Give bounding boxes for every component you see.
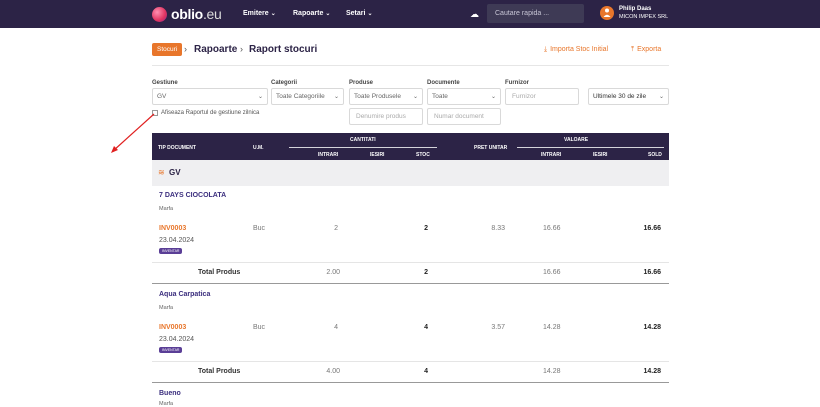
total-sold: 14.28 [643, 368, 661, 375]
total-stoc: 4 [424, 368, 428, 375]
cell-stoc: 4 [424, 324, 428, 331]
col-cantitati: CANTITATI [350, 137, 376, 143]
total-intrari: 2.00 [326, 269, 340, 276]
cell-v-intrari: 14.28 [543, 324, 561, 331]
cell-stoc: 2 [424, 225, 428, 232]
total-intrari: 4.00 [326, 368, 340, 375]
total-sold: 16.66 [643, 269, 661, 276]
nav-rapoarte[interactable]: Rapoarte ⌄ [293, 10, 330, 17]
document-type-badge: INVENTAR [159, 347, 183, 353]
documente-select[interactable]: Toate ⌄ [427, 88, 501, 105]
chevron-down-icon: ⌄ [490, 94, 496, 100]
top-navbar: oblio.eu Emitere ⌄ Rapoarte ⌄ Setari ⌄ ☁ Ca… [0, 0, 820, 28]
upload-icon: ⤒ [631, 46, 635, 53]
furnizor-label: Furnizor [505, 80, 529, 86]
cell-v-intrari: 16.66 [543, 225, 561, 232]
total-label: Total Produs [198, 269, 241, 276]
annotation-arrow-icon [111, 113, 155, 153]
document-date: 23.04.2024 [159, 237, 195, 244]
product-type: Marfa [159, 305, 174, 311]
document-type-badge: INVENTAR [159, 248, 183, 254]
cell-um: Buc [253, 225, 266, 232]
chevron-down-icon: ⌄ [412, 94, 418, 100]
cell-sold: 16.66 [643, 225, 661, 232]
documente-label: Documente [427, 80, 460, 86]
cell-sold: 14.28 [643, 324, 661, 331]
denumire-produs-input[interactable]: Denumire produs [349, 108, 423, 125]
chevron-down-icon: ⌄ [325, 11, 331, 17]
total-v-intrari: 16.66 [543, 269, 561, 276]
produse-label: Produse [349, 80, 374, 86]
breadcrumb-separator-icon: › [240, 44, 243, 54]
cell-pret: 3.57 [491, 324, 505, 331]
document-link[interactable]: INV0003 [159, 225, 186, 232]
total-stoc: 2 [424, 269, 428, 276]
col-v-iesiri: IESIRI [593, 152, 608, 158]
layers-icon: ≋ [158, 168, 165, 177]
daily-report-checkbox[interactable]: Afiseaza Raportul de gestiune zilnica [152, 110, 259, 116]
cell-intrari: 2 [334, 225, 338, 232]
breadcrumb-separator-icon: › [184, 44, 187, 54]
header-divider [517, 147, 664, 148]
chevron-down-icon: ⌄ [270, 11, 276, 17]
header-divider [289, 147, 437, 148]
produse-select[interactable]: Toate Produsele ⌄ [349, 88, 423, 105]
col-v-intrari: INTRARI [541, 152, 562, 158]
user-company: MICON IMPEX SRL [619, 14, 669, 20]
product-name[interactable]: 7 DAYS CIOCOLATA [159, 192, 226, 199]
chevron-down-icon: ⌄ [658, 94, 664, 100]
col-iesiri: IESIRI [370, 152, 385, 158]
user-name[interactable]: Philip Daas [619, 6, 651, 12]
furnizor-input[interactable]: Furnizor [505, 88, 579, 105]
breadcrumb-rapoarte[interactable]: Rapoarte [194, 44, 237, 55]
chevron-down-icon: ⌄ [257, 94, 263, 100]
col-valoare: VALOARE [564, 137, 589, 143]
document-date: 23.04.2024 [159, 336, 195, 343]
table-header: TIP DOCUMENT U.M. CANTITATI INTRARI IESI… [152, 133, 669, 160]
chevron-down-icon: ⌄ [333, 94, 339, 100]
nav-emitere[interactable]: Emitere ⌄ [243, 10, 276, 17]
product-name[interactable]: Bueno [159, 390, 181, 397]
import-stock-button[interactable]: ⤓ Importa Stoc Initial [544, 46, 608, 54]
page-title: Raport stocuri [249, 44, 318, 55]
col-stoc: STOC [416, 152, 430, 158]
product-type: Marfa [159, 206, 174, 212]
group-label: GV [169, 168, 181, 177]
numar-document-input[interactable]: Numar document [427, 108, 501, 125]
col-intrari: INTRARI [318, 152, 339, 158]
col-sold: SOLD [648, 152, 662, 158]
nav-setari[interactable]: Setari ⌄ [346, 10, 373, 17]
categorii-select[interactable]: Toate Categoriile ⌄ [271, 88, 344, 105]
cell-pret: 8.33 [491, 225, 505, 232]
total-v-intrari: 14.28 [543, 368, 561, 375]
logo-suffix: .eu [202, 6, 222, 22]
chevron-down-icon: ⌄ [367, 11, 373, 17]
logo[interactable]: oblio.eu [152, 6, 222, 22]
download-icon: ⤓ [544, 46, 548, 53]
logo-text: oblio [171, 6, 203, 22]
document-link[interactable]: INV0003 [159, 324, 186, 331]
col-pret-unitar: PRET UNITAR [474, 145, 508, 151]
logo-mark-icon [152, 6, 167, 22]
cell-um: Buc [253, 324, 266, 331]
period-select[interactable]: Ultimele 30 de zile ⌄ [588, 88, 669, 105]
gestiune-select[interactable]: GV ⌄ [152, 88, 268, 105]
col-tip-document: TIP DOCUMENT [158, 145, 196, 151]
categorii-label: Categorii [271, 80, 298, 86]
cloud-icon[interactable]: ☁ [470, 9, 479, 20]
user-avatar-icon[interactable] [600, 6, 614, 20]
col-um: U.M. [253, 145, 264, 151]
group-row: ≋ GV [152, 160, 669, 186]
cell-intrari: 4 [334, 324, 338, 331]
total-label: Total Produs [198, 368, 241, 375]
search-input[interactable]: Cautare rapida ... [487, 4, 584, 23]
divider [152, 65, 669, 66]
product-type: Marfa [159, 401, 174, 407]
stocuri-badge[interactable]: Stocuri [152, 43, 183, 56]
product-name[interactable]: Aqua Carpatica [159, 291, 210, 298]
gestiune-label: Gestiune [152, 80, 178, 86]
daily-report-label: Afiseaza Raportul de gestiune zilnica [161, 110, 260, 116]
export-button[interactable]: ⤒ Exporta [631, 46, 661, 54]
